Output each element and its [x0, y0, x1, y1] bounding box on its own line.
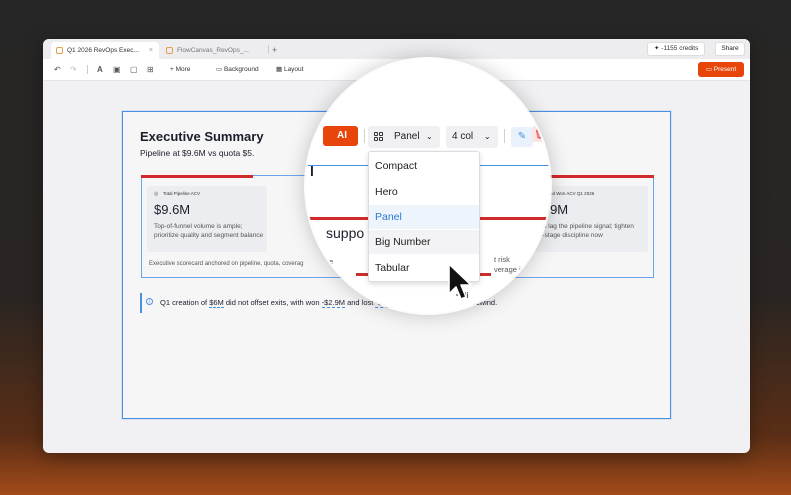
magnifier-lens: l suppo Be cov bar t risk verage is ◔ Pi… [306, 59, 550, 313]
layout-option-hero[interactable]: Hero [369, 180, 479, 204]
columns-select[interactable]: 4 col ⌄ [446, 126, 498, 148]
slide-footnote[interactable]: Executive scorecard anchored on pipeline… [149, 261, 303, 267]
toolbar-divider [87, 65, 88, 74]
document-icon [166, 47, 173, 54]
close-icon[interactable]: × [149, 42, 153, 59]
slide-subtitle[interactable]: Pipeline at $9.6M vs quota $5. [140, 148, 254, 158]
table-icon[interactable]: ⊞ [147, 65, 154, 75]
tab-divider [268, 45, 269, 54]
toolbar-divider [504, 129, 505, 143]
layout-select-value: Panel [394, 131, 420, 142]
grid-icon [374, 132, 383, 141]
tab-title: Q1 2026 RevOps Exec... [67, 47, 139, 54]
background-button[interactable]: ▭ Background [216, 65, 259, 75]
browser-tab-bar: Q1 2026 RevOps Exec... × FlowCanvas_RevO… [43, 39, 750, 59]
layout-option-compact[interactable]: Compact [369, 154, 479, 178]
chevron-down-icon: ⌄ [484, 132, 491, 141]
more-button[interactable]: + More [170, 65, 190, 75]
columns-select-value: 4 col [452, 131, 474, 142]
layout-button[interactable]: ▦ Layout [276, 65, 303, 75]
background-label: Background [223, 66, 259, 73]
new-tab-icon[interactable]: + [272, 42, 277, 59]
layout-option-panel[interactable]: Panel [369, 205, 479, 229]
image-icon[interactable]: ▣ [113, 65, 121, 75]
target-icon: ◎ [154, 191, 159, 197]
callout-value: $6M [209, 298, 224, 308]
tab-active[interactable]: Q1 2026 RevOps Exec... × [51, 42, 159, 59]
present-label: Present [713, 66, 737, 73]
mouse-cursor-icon [448, 263, 472, 300]
credits-button[interactable]: ✦ -1155 credits [647, 42, 706, 56]
app-window: Q1 2026 RevOps Exec... × FlowCanvas_RevO… [43, 39, 750, 453]
magnifier-content: l suppo Be cov bar t risk verage is ◔ Pi… [306, 59, 550, 313]
layout-option-big-number[interactable]: Big Number [369, 230, 479, 254]
share-button[interactable]: Share [715, 42, 745, 56]
layout-select[interactable]: Panel ⌄ [368, 126, 440, 148]
callout-text-part: Q1 creation of [160, 298, 210, 307]
magnified-accent-bar [480, 217, 550, 220]
slide-title[interactable]: Executive Summary [140, 129, 264, 144]
credits-label: -1155 credits [661, 45, 699, 52]
info-icon: i [146, 298, 153, 305]
more-label: More [175, 66, 191, 73]
magnified-support-text: suppo [326, 225, 365, 241]
undo-icon[interactable]: ↶ [54, 65, 61, 75]
trash-icon[interactable]: 🗑 [532, 126, 548, 142]
card-value: $9.6M [154, 202, 191, 217]
shape-icon[interactable]: ▢ [130, 65, 138, 75]
chevron-down-icon: ⌄ [426, 132, 433, 141]
card-accent-bar [141, 175, 253, 178]
present-button[interactable]: ▭ Present [698, 62, 744, 77]
toolbar-divider [364, 129, 365, 143]
layout-label: Layout [283, 66, 304, 73]
text-icon[interactable]: A [97, 65, 103, 75]
redo-icon[interactable]: ↷ [70, 65, 77, 75]
document-icon [56, 47, 63, 54]
magnified-card-text: t risk verage is [494, 255, 525, 274]
tab-title: FlowCanvas_RevOps_... [177, 47, 249, 54]
magnified-accent-bar [306, 217, 368, 220]
pencil-icon[interactable]: ✎ [511, 127, 533, 147]
magnified-card-text: Be cov bar [324, 257, 336, 288]
card-label: Total Pipeline ACV [163, 191, 201, 196]
card-description: Top-of-funnel volume is ample; prioritiz… [154, 223, 264, 239]
kpi-card-pipeline[interactable]: ◎ Total Pipeline ACV $9.6M Top-of-funnel… [147, 186, 267, 252]
tab-inactive[interactable]: FlowCanvas_RevOps_... [161, 42, 269, 59]
ai-button[interactable]: AI [323, 126, 358, 146]
